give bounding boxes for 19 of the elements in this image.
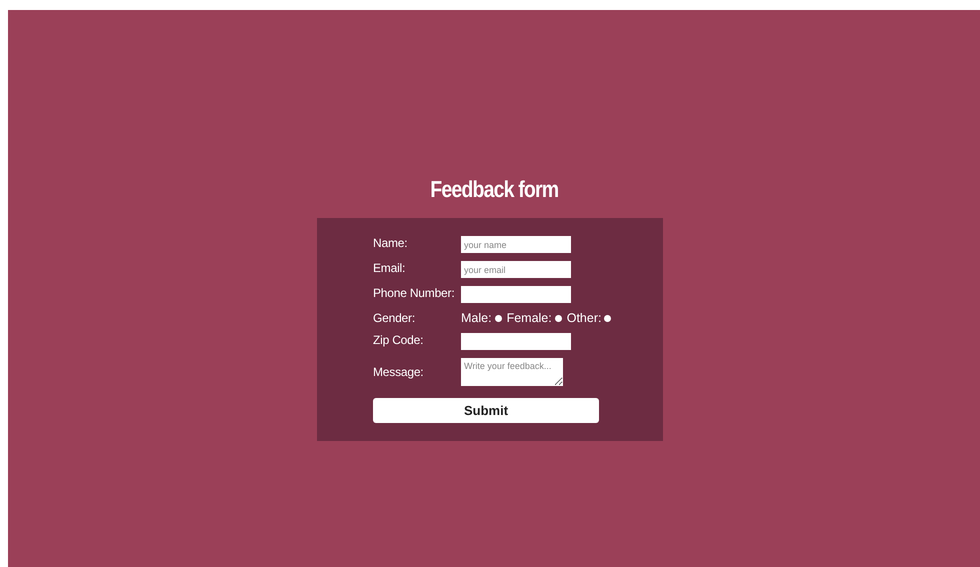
input-field[interactable]: your name xyxy=(461,236,571,253)
radio-button[interactable] xyxy=(604,314,612,322)
field-label: Email: xyxy=(373,261,406,275)
option-label: Male: xyxy=(461,311,492,325)
field-label: Message: xyxy=(373,365,424,379)
form-title: Feedback form xyxy=(430,176,558,203)
field-label: Gender: xyxy=(373,311,416,325)
field-label: Name: xyxy=(373,236,408,250)
submit-button[interactable]: Submit xyxy=(373,398,599,423)
input-field[interactable]: your email xyxy=(461,261,571,278)
option-label: Female: xyxy=(506,311,552,325)
input-field[interactable] xyxy=(461,333,571,350)
radio-button[interactable] xyxy=(494,314,502,322)
option-label: Other: xyxy=(566,311,602,325)
input-field[interactable] xyxy=(461,286,571,303)
field-label: Zip Code: xyxy=(373,333,424,347)
radio-button[interactable] xyxy=(554,314,562,322)
field-label: Phone Number: xyxy=(373,286,456,300)
message-field[interactable]: Write your feedback... xyxy=(461,358,563,386)
